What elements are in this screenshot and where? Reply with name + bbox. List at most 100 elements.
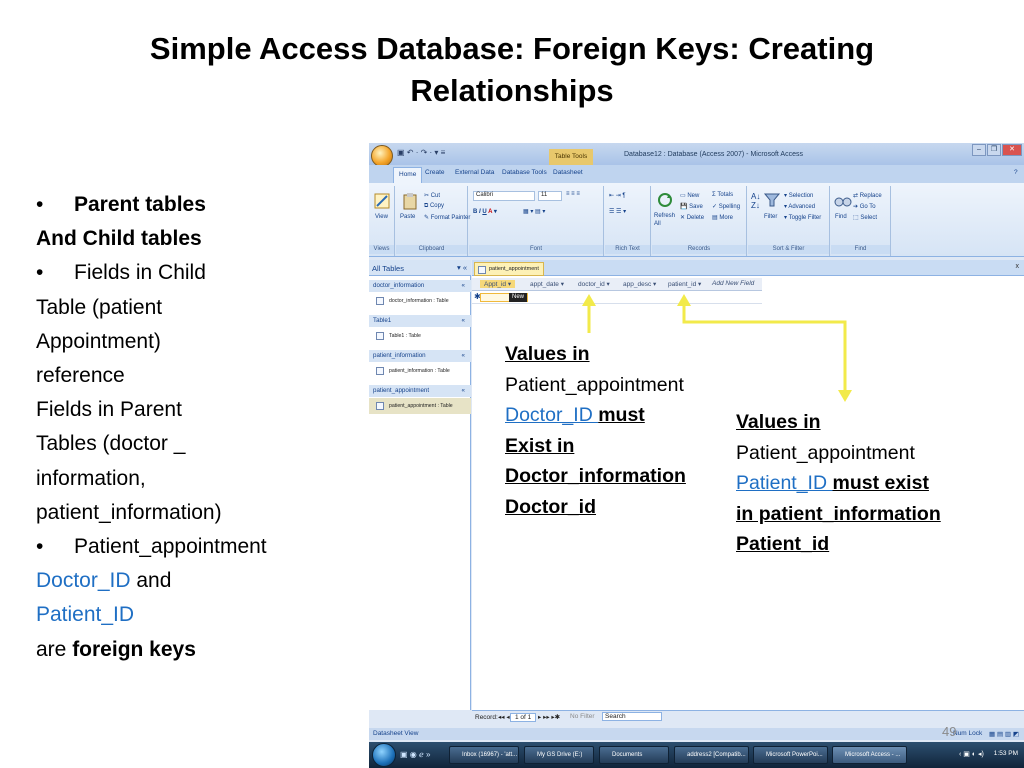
note-patient-id: Values in Patient_appointment Patient_ID… bbox=[736, 407, 986, 560]
binoculars-icon[interactable] bbox=[834, 191, 852, 209]
copy-button[interactable]: ⧉ Copy bbox=[424, 203, 444, 210]
text-line: Tables (doctor _ bbox=[36, 432, 186, 456]
font-family-select[interactable]: Calibri bbox=[473, 191, 535, 201]
group-font: Calibri 11 ≡ ≡ ≡ B I U A ▾ ▦ ▾ ▤ ▾ Font bbox=[469, 186, 604, 256]
close-doc-icon[interactable]: x bbox=[1016, 263, 1020, 270]
paste-icon[interactable] bbox=[401, 192, 419, 210]
col-appt-date[interactable]: appt_date ▾ bbox=[530, 280, 564, 288]
save-record-button[interactable]: 💾 Save bbox=[680, 203, 703, 210]
nav-group-doctor-information[interactable]: doctor_information « bbox=[369, 280, 471, 292]
more-button[interactable]: ▤ More bbox=[712, 214, 733, 221]
record-first-prev[interactable]: ◂◂ ◂ bbox=[498, 713, 510, 721]
advanced-button[interactable]: ▾ Advanced bbox=[784, 203, 815, 210]
delete-record-button[interactable]: ✕ Delete bbox=[680, 214, 704, 221]
tab-create[interactable]: Create bbox=[425, 169, 445, 176]
note1-line: Doctor_id bbox=[505, 495, 597, 518]
bullet-patient-appointment: Patient_appointment bbox=[74, 535, 267, 559]
indent-icons[interactable]: ⇤ ⇥ ¶ bbox=[609, 192, 626, 199]
view-button[interactable]: View bbox=[375, 214, 388, 220]
col-patient-id[interactable]: patient_id ▾ bbox=[668, 280, 701, 288]
replace-button[interactable]: ⇄ Replace bbox=[853, 192, 882, 199]
minimize-icon[interactable]: – bbox=[972, 144, 986, 156]
selection-button[interactable]: ▾ Selection bbox=[784, 192, 813, 199]
taskbar-item-active[interactable]: Microsoft Access - ... bbox=[832, 746, 907, 764]
group-views: View Views bbox=[369, 186, 395, 256]
note1-doctor-id-link[interactable]: Doctor_ID bbox=[505, 404, 598, 426]
taskbar-item[interactable]: Documents bbox=[599, 746, 669, 764]
align-icons[interactable]: ≡ ≡ ≡ bbox=[566, 191, 580, 197]
record-next-last[interactable]: ▸ ▸▸ ▸✱ bbox=[538, 713, 560, 721]
tab-external-data[interactable]: External Data bbox=[455, 169, 494, 176]
tab-database-tools[interactable]: Database Tools bbox=[502, 169, 547, 176]
filter-icon[interactable] bbox=[763, 191, 781, 209]
nav-item-patient-information[interactable]: patient_information : Table bbox=[369, 363, 471, 379]
note1-must: must bbox=[598, 404, 645, 427]
taskbar-item[interactable]: My GS Drive (E:) bbox=[524, 746, 594, 764]
system-tray-icons[interactable]: ‹ ▣ ◐ ◂) bbox=[959, 750, 984, 758]
cut-button[interactable]: ✂ Cut bbox=[424, 192, 440, 199]
spelling-button[interactable]: ✓ Spelling bbox=[712, 203, 740, 210]
ribbon-tabs: Home Create External Data Database Tools… bbox=[369, 165, 1024, 183]
group-rich-text: ⇤ ⇥ ¶ ☰ ☰ ▾ Rich Text bbox=[605, 186, 651, 256]
totals-button[interactable]: Σ Totals bbox=[712, 192, 733, 198]
nav-item-doctor-information[interactable]: doctor_information : Table bbox=[369, 293, 471, 309]
paste-button[interactable]: Paste bbox=[400, 214, 415, 220]
tab-datasheet[interactable]: Datasheet bbox=[553, 169, 583, 176]
col-appt-id[interactable]: Appt_id ▾ bbox=[480, 280, 516, 288]
table-icon bbox=[376, 402, 384, 410]
taskbar-item[interactable]: Inbox (16967) - 'att... bbox=[449, 746, 519, 764]
help-icon[interactable]: ? bbox=[1014, 169, 1018, 176]
col-add-new-field[interactable]: Add New Field bbox=[712, 280, 754, 287]
no-filter-indicator[interactable]: No Filter bbox=[570, 713, 595, 720]
list-icons[interactable]: ☰ ☰ ▾ bbox=[609, 208, 626, 215]
note2-must-exist: must exist bbox=[832, 472, 929, 495]
record-position[interactable]: 1 of 1 bbox=[510, 713, 537, 722]
start-button[interactable] bbox=[372, 743, 396, 767]
nav-group-patient-information[interactable]: patient_information « bbox=[369, 350, 471, 362]
note2-patient-id-link[interactable]: Patient_ID bbox=[736, 472, 832, 494]
nav-group-table1[interactable]: Table1 « bbox=[369, 315, 471, 327]
window-title: Database12 : Database (Access 2007) - Mi… bbox=[624, 151, 803, 158]
view-icon[interactable] bbox=[373, 192, 391, 210]
format-icons[interactable]: B I U A ▾ bbox=[473, 208, 497, 215]
view-switch-icons[interactable]: ▦ ▤ ▥ ◩ bbox=[989, 730, 1019, 738]
find-button[interactable]: Find bbox=[835, 214, 847, 220]
col-doctor-id[interactable]: doctor_id ▾ bbox=[578, 280, 610, 288]
note2-heading: Values in bbox=[736, 411, 821, 433]
filter-button[interactable]: Filter bbox=[764, 214, 777, 220]
group-sort-filter: A↓ Z↓ Filter ▾ Selection ▾ Advanced ▾ Tog… bbox=[748, 186, 830, 256]
num-lock-indicator: Num Lock bbox=[953, 730, 983, 737]
office-button[interactable] bbox=[371, 145, 393, 167]
new-record-button[interactable]: ▭ New bbox=[680, 192, 699, 199]
doctor-id-term: Doctor_ID bbox=[36, 569, 131, 593]
grid-icons[interactable]: ▦ ▾ ▤ ▾ bbox=[523, 208, 545, 215]
close-icon[interactable]: ✕ bbox=[1002, 144, 1022, 156]
toggle-filter-button[interactable]: ▾ Toggle Filter bbox=[784, 214, 821, 221]
context-tab-table-tools: Table Tools bbox=[549, 149, 593, 165]
select-button[interactable]: ⬚ Select bbox=[853, 214, 877, 221]
nav-item-patient-appointment[interactable]: patient_appointment : Table bbox=[369, 398, 471, 414]
nav-header[interactable]: All Tables ▾ « bbox=[369, 260, 471, 276]
window-titlebar: ▣ ↶ · ↷ · ▾ ≡ Table Tools Database12 : D… bbox=[369, 143, 1024, 167]
col-app-desc[interactable]: app_desc ▾ bbox=[623, 280, 656, 288]
goto-button[interactable]: ➔ Go To bbox=[853, 203, 876, 210]
taskbar-item[interactable]: address2 [Compatib... bbox=[674, 746, 749, 764]
taskbar-item[interactable]: Microsoft PowerPoi... bbox=[753, 746, 828, 764]
table-icon bbox=[376, 297, 384, 305]
refresh-icon[interactable] bbox=[656, 191, 674, 209]
quick-access-toolbar[interactable]: ▣ ↶ · ↷ · ▾ ≡ bbox=[397, 148, 445, 157]
tab-home[interactable]: Home bbox=[393, 167, 423, 183]
refresh-all-button[interactable]: Refresh All bbox=[654, 212, 678, 228]
bullet-dot: • bbox=[36, 261, 44, 285]
record-search-box[interactable]: Search bbox=[602, 712, 662, 721]
format-painter-button[interactable]: ✎ Format Painter bbox=[424, 214, 470, 221]
restore-icon[interactable]: ❐ bbox=[987, 144, 1001, 156]
text-line: patient_information) bbox=[36, 500, 222, 524]
table-icon bbox=[376, 367, 384, 375]
font-size-select[interactable]: 11 bbox=[538, 191, 562, 201]
nav-item-table1[interactable]: Table1 : Table bbox=[369, 328, 471, 344]
sort-icons[interactable]: A↓ Z↓ bbox=[751, 192, 760, 210]
doc-tab-patient-appointment[interactable]: patient_appointment bbox=[474, 262, 544, 276]
quick-launch-icons[interactable]: ▣ ◉ ℯ » bbox=[400, 750, 430, 759]
nav-group-patient-appointment[interactable]: patient_appointment « bbox=[369, 385, 471, 397]
